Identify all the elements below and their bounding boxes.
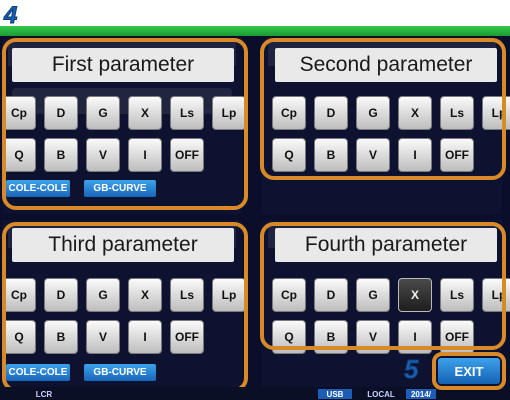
fourth-parameter-highlight — [260, 222, 506, 350]
step-label-5: 5 — [403, 354, 419, 385]
exit-highlight — [432, 352, 506, 390]
status-usb: USB — [318, 389, 352, 399]
second-parameter-highlight — [260, 38, 506, 180]
title-bar — [0, 26, 510, 36]
status-mode: LCR — [35, 389, 53, 399]
status-date: 2014/ — [406, 389, 436, 399]
third-parameter-highlight — [2, 222, 248, 392]
first-parameter-highlight — [2, 38, 248, 210]
status-local: LOCAL — [367, 389, 395, 399]
step-label-4: 4 — [3, 2, 18, 30]
